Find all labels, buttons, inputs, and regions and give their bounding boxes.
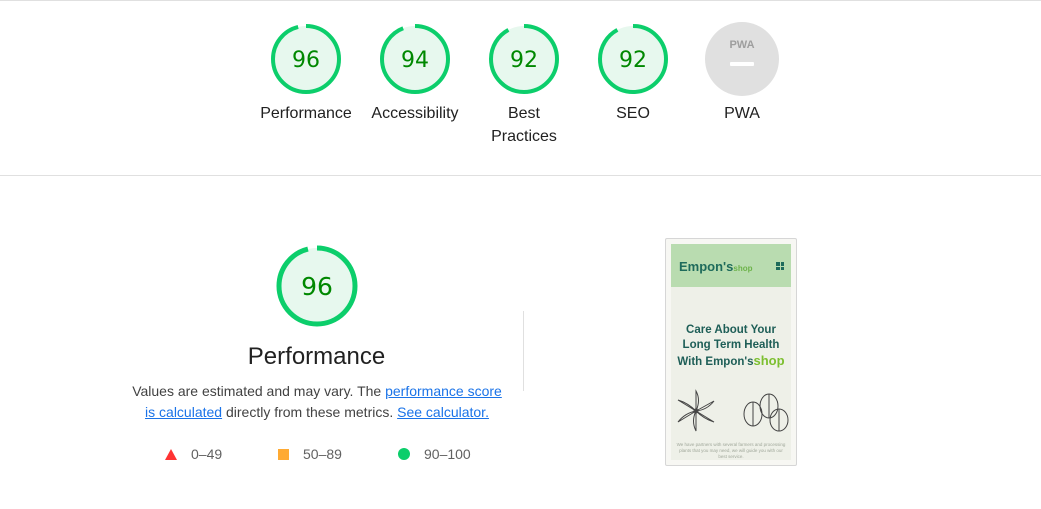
legend-fail: 0–49	[165, 446, 222, 462]
score-ring: 92	[489, 24, 559, 94]
gauge-best-practices[interactable]: 92 Best Practices	[469, 22, 579, 148]
hero-line: Long Term Health	[682, 339, 780, 351]
gauge-label: SEO	[616, 105, 650, 122]
pwa-badge-icon: PWA	[705, 22, 779, 96]
desc-prefix: Values are estimated and may vary. The	[132, 383, 386, 399]
gauge-label: PWA	[724, 105, 760, 122]
orange-square-icon	[278, 448, 289, 460]
score-value: 96	[301, 272, 333, 301]
legend-average: 50–89	[278, 446, 342, 462]
hero-heading: Care About Your Long Term Health With Em…	[671, 323, 791, 370]
final-screenshot[interactable]: Empon'sshop Care About Your Long Term He…	[665, 238, 797, 466]
gauge-label: Performance	[260, 105, 352, 122]
site-header: Empon'sshop	[671, 244, 791, 287]
score-ring: 94	[380, 24, 450, 94]
score-ring: 96	[276, 245, 358, 327]
legend-pass: 90–100	[398, 446, 471, 462]
score-ring: 96	[271, 24, 341, 94]
gauge-label: Best Practices	[491, 105, 557, 145]
gauge-pwa[interactable]: PWA PWA	[687, 22, 797, 125]
score-value: 92	[619, 48, 647, 73]
hero-line: Care About Your	[686, 324, 776, 336]
hero-accent: shop	[753, 353, 785, 368]
see-calculator-link[interactable]: See calculator.	[397, 404, 489, 420]
intro-text: We have partners with several farmers an…	[676, 442, 786, 459]
performance-title: Performance	[247, 343, 386, 370]
score-value: 94	[401, 48, 429, 73]
red-triangle-icon	[165, 448, 177, 460]
site-logo: Empon'sshop	[679, 259, 752, 274]
score-value: 92	[510, 48, 538, 73]
top-border	[0, 0, 1041, 1]
gauge-label: Accessibility	[371, 105, 459, 122]
performance-gauge-large: 96	[246, 244, 388, 328]
screenshot-content: Empon'sshop Care About Your Long Term He…	[671, 244, 791, 460]
legend-range: 0–49	[191, 446, 223, 462]
menu-grid-icon	[776, 262, 784, 270]
cardamom-icon	[743, 393, 789, 432]
gauge-accessibility[interactable]: 94 Accessibility	[360, 22, 470, 125]
hero-line: With Empon's	[677, 356, 754, 368]
section-divider	[0, 175, 1041, 176]
gauge-performance[interactable]: 96 Performance	[251, 22, 361, 125]
score-ring: 92	[598, 24, 668, 94]
pwa-badge-text: PWA	[729, 39, 754, 51]
performance-description: Values are estimated and may vary. The p…	[130, 381, 504, 423]
desc-middle: directly from these metrics.	[222, 404, 398, 420]
legend-range: 50–89	[303, 446, 342, 462]
vertical-divider	[523, 311, 524, 391]
brand-sub: shop	[733, 264, 753, 273]
gauge-seo[interactable]: 92 SEO	[578, 22, 688, 125]
brand-main: Empon's	[679, 259, 734, 274]
legend-range: 90–100	[424, 446, 471, 462]
green-circle-icon	[398, 448, 410, 460]
score-value: 96	[292, 48, 320, 73]
star-anise-icon	[677, 389, 715, 432]
